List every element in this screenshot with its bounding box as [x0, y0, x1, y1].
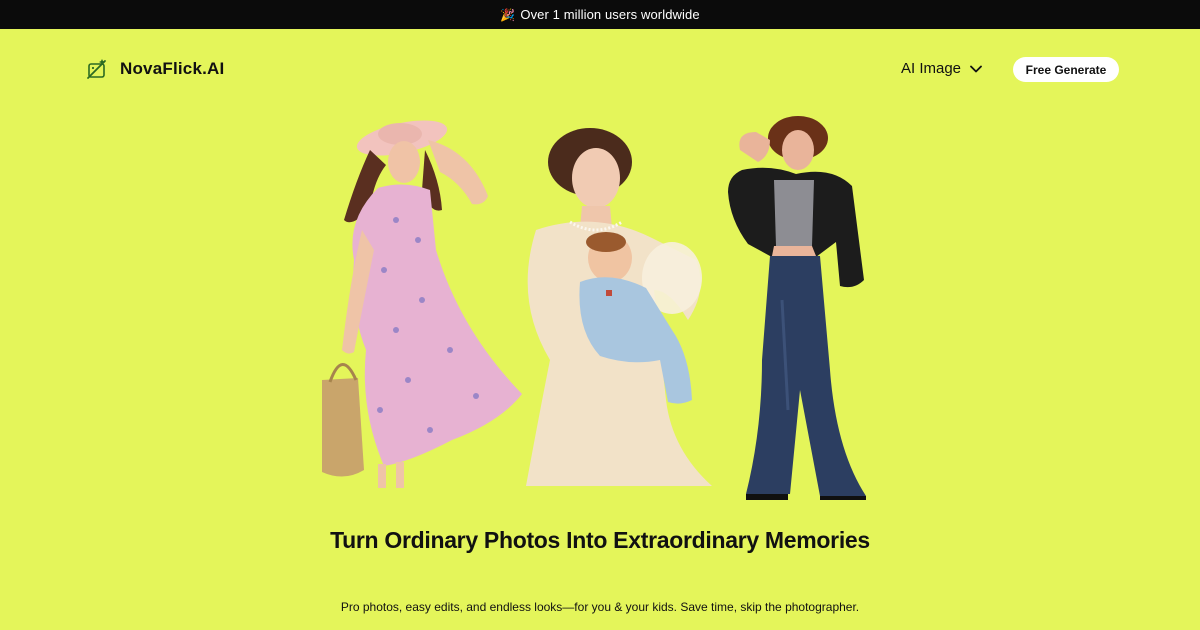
- brand-logo-link[interactable]: NovaFlick.AI: [86, 58, 224, 80]
- ai-image-dropdown[interactable]: AI Image: [901, 60, 982, 77]
- announcement-bar: 🎉 Over 1 million users worldwide: [0, 0, 1200, 29]
- brand-name: NovaFlick.AI: [120, 59, 225, 78]
- chevron-down-icon: [970, 65, 982, 72]
- hero-image-leather-jacket-woman: [728, 116, 866, 500]
- hero-image-group: [322, 116, 866, 500]
- announcement-text: Over 1 million users worldwide: [520, 7, 700, 22]
- ai-image-dropdown-label: AI Image: [901, 60, 962, 77]
- magic-wand-icon: [87, 59, 106, 79]
- hero-image-mother-and-baby: [526, 128, 712, 486]
- hero-image-floral-dress-woman: [322, 120, 522, 488]
- top-navigation: NovaFlick.AI AI Image Free Generate: [0, 29, 1200, 109]
- party-popper-icon: 🎉: [500, 7, 516, 22]
- hero-subheadline: Pro photos, easy edits, and endless look…: [340, 600, 860, 614]
- hero-headline: Turn Ordinary Photos Into Extraordinary …: [330, 527, 870, 553]
- free-generate-button[interactable]: Free Generate: [1013, 57, 1119, 82]
